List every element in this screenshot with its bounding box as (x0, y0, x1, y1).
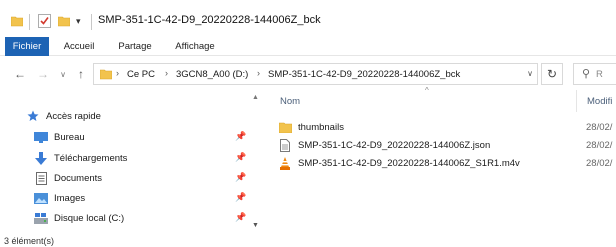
new-folder-icon[interactable] (58, 15, 70, 27)
back-arrow-icon[interactable]: ← (13, 67, 27, 81)
breadcrumb-chevron-icon[interactable]: › (116, 68, 119, 78)
sort-ascending-icon: ^ (425, 86, 429, 95)
breadcrumb-current-folder[interactable]: SMP-351-1C-42-D9_20220228-144006Z_bck (268, 69, 460, 80)
vlc-cone-icon (278, 157, 292, 170)
pin-icon[interactable]: 📌 (235, 152, 246, 163)
recent-locations-chevron-icon[interactable]: ∨ (56, 70, 70, 79)
nav-item-quick-access[interactable]: Accès rapide (25, 107, 101, 125)
nav-item-label: Accès rapide (46, 110, 101, 122)
tab-share[interactable]: Partage (110, 37, 160, 56)
toolbar-separator (91, 14, 92, 30)
file-name: SMP-351-1C-42-D9_20220228-144006Z.json (298, 140, 491, 151)
nav-item-label: Images (54, 192, 86, 204)
column-header-name[interactable]: Nom (280, 96, 300, 107)
tab-view[interactable]: Affichage (166, 37, 224, 56)
download-icon (33, 151, 49, 165)
nav-item-desktop[interactable]: Bureau (33, 128, 85, 146)
nav-item-label: Bureau (54, 131, 85, 143)
drive-icon (33, 211, 49, 225)
breadcrumb-this-pc[interactable]: Ce PC (127, 69, 155, 80)
column-divider[interactable] (576, 90, 577, 112)
nav-item-label: Téléchargements (54, 152, 128, 164)
address-dropdown-icon[interactable]: ∨ (527, 69, 533, 78)
breadcrumb-chevron-icon[interactable]: › (257, 68, 260, 78)
star-icon (25, 109, 41, 123)
tab-home[interactable]: Accueil (57, 37, 101, 56)
desktop-icon (33, 130, 49, 144)
file-name: thumbnails (298, 122, 344, 133)
file-list: ^ Nom Modifi thumbnails 28/02/ SMP-351-1… (270, 86, 616, 236)
documents-icon (33, 171, 49, 185)
file-row[interactable]: thumbnails 28/02/ (278, 119, 616, 136)
tab-file[interactable]: Fichier (5, 37, 49, 56)
pin-icon[interactable]: 📌 (235, 192, 246, 203)
pin-icon[interactable]: 📌 (235, 172, 246, 183)
file-row[interactable]: SMP-351-1C-42-D9_20220228-144006Z.json 2… (278, 137, 616, 154)
nav-pane-scrollbar[interactable]: ▲ ▼ (250, 92, 262, 236)
folder-icon (278, 121, 292, 134)
file-name: SMP-351-1C-42-D9_20220228-144006Z_S1R1.m… (298, 158, 520, 169)
scroll-down-icon[interactable]: ▼ (252, 222, 259, 229)
customize-toolbar-dropdown[interactable]: ▾ (76, 16, 86, 26)
status-item-count: 3 élément(s) (4, 236, 55, 246)
search-icon: ⚲ (582, 68, 591, 80)
nav-item-label: Documents (54, 172, 103, 184)
pin-icon[interactable]: 📌 (235, 131, 246, 142)
search-box[interactable]: ⚲ R (573, 63, 616, 85)
refresh-icon: ↻ (546, 67, 558, 81)
toolbar-separator (29, 14, 30, 30)
nav-item-downloads[interactable]: Téléchargements (33, 149, 127, 167)
pin-icon[interactable]: 📌 (235, 212, 246, 223)
nav-item-local-disk[interactable]: Disque local (C:) (33, 209, 124, 227)
navigation-pane: Accès rapide Bureau 📌 Téléchargements 📌 … (0, 92, 262, 236)
file-date: 28/02/ (586, 140, 613, 151)
folder-icon[interactable] (11, 15, 23, 27)
breadcrumb-chevron-icon[interactable]: › (165, 68, 168, 78)
column-header-modified[interactable]: Modifi (587, 96, 612, 107)
json-file-icon (278, 139, 292, 152)
nav-item-documents[interactable]: Documents (33, 169, 102, 187)
file-row[interactable]: SMP-351-1C-42-D9_20220228-144006Z_S1R1.m… (278, 155, 616, 172)
title-bar: ▾ SMP-351-1C-42-D9_20220228-144006Z_bck (0, 0, 616, 40)
ribbon-tabs: Fichier Accueil Partage Affichage (0, 37, 616, 56)
refresh-button[interactable]: ↻ (541, 63, 563, 85)
forward-arrow-icon[interactable]: → (36, 67, 50, 81)
folder-icon (100, 69, 112, 80)
search-placeholder: R (596, 69, 603, 80)
address-bar[interactable]: › Ce PC › 3GCN8_A00 (D:) › SMP-351-1C-42… (93, 63, 538, 85)
nav-item-label: Disque local (C:) (54, 212, 125, 224)
window-title: SMP-351-1C-42-D9_20220228-144006Z_bck (98, 14, 321, 26)
properties-icon[interactable] (38, 14, 51, 28)
breadcrumb-drive[interactable]: 3GCN8_A00 (D:) (176, 69, 248, 80)
file-date: 28/02/ (586, 158, 613, 169)
images-icon (33, 191, 49, 205)
file-date: 28/02/ (586, 122, 613, 133)
scroll-up-icon[interactable]: ▲ (252, 94, 259, 101)
nav-item-images[interactable]: Images (33, 189, 85, 207)
up-arrow-icon[interactable]: ↑ (74, 67, 88, 81)
